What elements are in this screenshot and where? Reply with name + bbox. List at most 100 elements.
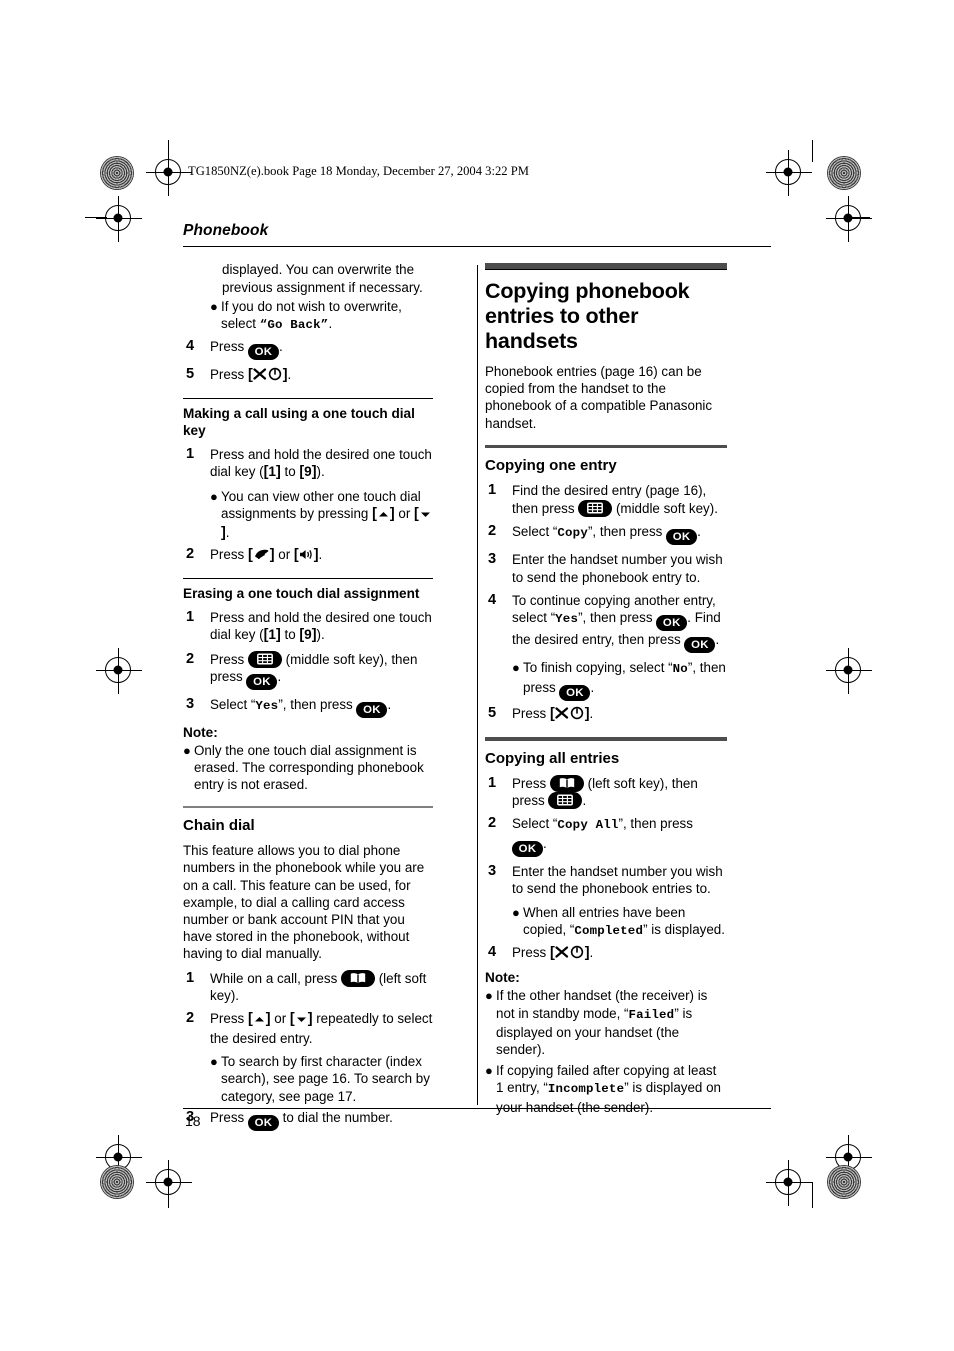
or-word: or [270,1011,290,1027]
bullet-dot-icon: ● [210,1054,218,1070]
running-head: Phonebook [183,222,269,239]
copying-one-step-2: 2 Select “Copy”, then press OK. [485,523,727,546]
bullet-dot-icon: ● [512,660,520,676]
key-1-label: 1 [268,627,276,643]
screen-string-copy-all: Copy All [557,818,619,833]
up-arrow-key-icon [253,1012,266,1029]
step-text: Press [210,1011,248,1027]
chain-dial-step-3: 3 Press OK to dial the number. [183,1109,433,1131]
step-text-end: . [277,669,282,685]
to-word: to [280,627,300,643]
step-number: 4 [186,338,195,355]
copying-one-step-5: 5 Press []. [485,705,727,724]
copying-one-step-3: 3 Enter the handset number you wish to s… [485,551,727,586]
or-word: or [274,547,294,563]
continuation-paragraph: displayed. You can overwrite the previou… [222,262,423,295]
note-label: Note: [485,970,520,986]
middle-soft-key-icon [578,499,613,517]
talk-handset-key-icon [253,548,270,565]
step-text-mid: ”, then press [587,524,667,540]
ok-key-icon: OK [656,615,688,632]
power-off-key-icon [555,945,585,963]
registration-mark-right-upper [826,196,872,242]
erasing-step-1: 1 Press and hold the desired one touch d… [183,609,433,645]
chapter-intro: Phonebook entries (page 16) can be copie… [485,363,713,431]
step-text: Press [210,367,248,383]
making-call-step-1: 1 Press and hold the desired one touch d… [183,446,433,482]
step-text: Enter the handset number you wish to sen… [512,552,723,585]
step-text-end: . [543,835,547,851]
file-header-line: TG1850NZ(e).book Page 18 Monday, Decembe… [188,164,529,178]
step-text-end: . [278,339,283,355]
registration-mark-top-right [766,150,812,196]
heading-copying-one-entry: Copying one entry [485,457,617,475]
step-text: Press [210,339,248,355]
erasing-step-3: 3 Select “Yes”, then press OK. [183,696,433,719]
key-9-label: 9 [304,464,312,480]
copying-one-step-4: 4 To continue copying another entry, sel… [485,591,727,654]
power-off-key-icon [253,367,283,385]
section-rule [183,577,433,579]
to-word: to [280,464,300,480]
ok-key-icon: OK [559,684,591,701]
trim-mark-right-upper-horizontal [848,217,870,219]
screen-string-yes: Yes [555,612,579,627]
heading-chain-dial: Chain dial [183,817,255,835]
up-arrow-key-icon [377,507,390,524]
trim-mark-bottom-right-vertical [812,1182,814,1208]
bullet-dot-icon: ● [210,298,218,314]
step-text: Select “ [512,816,558,832]
registration-mark-left-middle [96,648,142,694]
document-page: TG1850NZ(e).book Page 18 Monday, Decembe… [0,0,954,1351]
halftone-density-patch-top-left [100,156,134,190]
heading-erasing-assignment: Erasing a one touch dial assignment [183,585,420,601]
ok-key-icon: OK [684,637,716,654]
copying-all-step-3: 3 Enter the handset number you wish to s… [485,863,727,898]
page-number: 18 [185,1113,201,1129]
ok-key-icon: OK [247,1114,279,1131]
making-call-step-1-bullet: ● You can view other one touch dial assi… [183,488,433,543]
right-column: Copying phonebook entries to other hands… [455,261,727,1137]
step-text-end: . [589,705,594,721]
step-text-end: . [582,792,587,808]
step-number: 4 [488,591,497,608]
heading-copying-all-entries: Copying all entries [485,749,620,767]
step-text-mid: ”, then press [278,697,357,713]
footer-rule [183,1108,771,1110]
step-text-end: . [318,547,323,563]
screen-string-copy: Copy [557,526,588,541]
step-text-end: . [387,697,392,713]
step-5-press-power-off: 5 Press []. [183,366,433,385]
step-number: 2 [186,1010,195,1027]
copying-all-step-1: 1 Press (left soft key), then press . [485,774,727,810]
step-number: 2 [488,523,497,540]
trim-mark-bottom-left-vertical [168,1182,170,1208]
chapter-title: Copying phonebook entries to other hands… [485,278,690,353]
step-text-mid: ”, then press [618,816,693,832]
step-number: 3 [488,862,497,879]
step-text-end: . [287,367,292,383]
step-number: 5 [488,704,497,721]
step-number: 4 [488,943,497,960]
trim-mark-left-upper-horizontal [85,217,107,219]
step-number: 1 [186,445,195,462]
halftone-density-patch-bottom-left [100,1165,134,1199]
ok-key-icon: OK [246,674,278,691]
registration-mark-right-middle [826,648,872,694]
running-head-rule [183,246,771,248]
copying-all-note-bullet-1: ● If the other handset (the receiver) is… [485,987,727,1058]
chain-dial-step-2: 2 Press [] or [] repeatedly to select th… [183,1010,433,1047]
erasing-step-2: 2 Press (middle soft key), then press OK… [183,650,433,691]
copying-one-step-4-bullet: ● To finish copying, select “No”, then p… [485,659,727,701]
chain-dial-step-1: 1 While on a call, press (left soft key)… [183,969,433,1005]
page-content: Phonebook displayed. You can overwrite t… [183,222,771,1137]
chain-dial-intro: This feature allows you to dial phone nu… [183,843,425,962]
step-text-end: . [715,632,720,648]
step-text: Select “ [512,524,558,540]
middle-soft-key-icon [548,791,583,809]
step-text: Press [210,1109,248,1125]
section-rule-copying-one [485,444,727,449]
left-column: displayed. You can overwrite the previou… [183,261,455,1137]
bullet-text: To search by first character (index sear… [221,1054,430,1104]
screen-string-failed: Failed [628,1007,675,1022]
